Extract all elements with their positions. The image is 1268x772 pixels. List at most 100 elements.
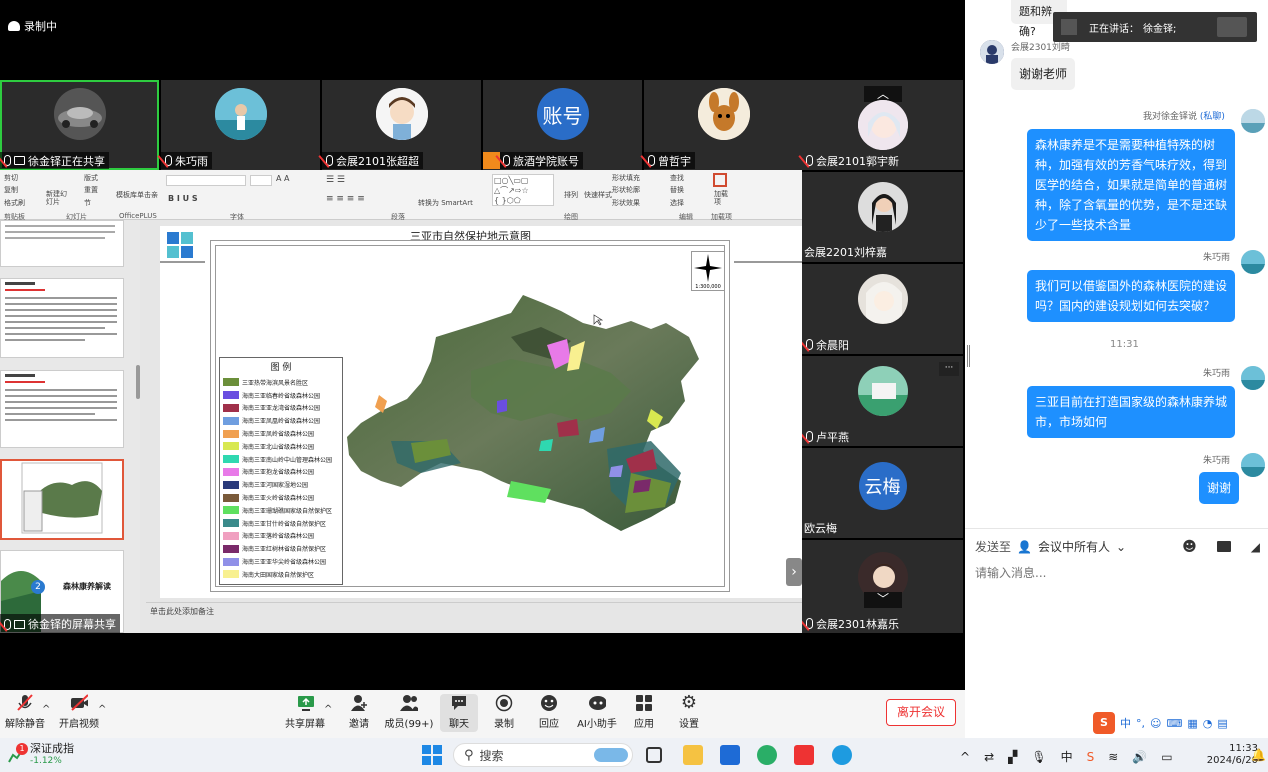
invite-button[interactable]: 邀请 xyxy=(334,694,384,730)
notes-pane[interactable]: 单击此处添加备注 xyxy=(146,602,802,622)
format-painter-button[interactable]: 格式刷 xyxy=(4,198,25,208)
system-tray[interactable]: ^ ⇄ ▞ 🎙 中 S ≋ 🔊 ▭ xyxy=(960,748,1173,765)
members-button[interactable]: 成员(99+) xyxy=(384,694,434,730)
sender-name: 朱巧雨 xyxy=(1203,369,1231,379)
chat-drag-handle[interactable] xyxy=(967,345,970,367)
thumbnail-scrollbar[interactable] xyxy=(136,365,140,399)
recording-indicator[interactable]: 录制中 xyxy=(8,18,57,34)
record-button[interactable]: 录制 xyxy=(479,694,529,730)
reset-button[interactable]: 重置 xyxy=(84,185,98,195)
participant-tile[interactable]: 会展2201刘梓嘉 xyxy=(802,172,963,262)
wps-icon[interactable] xyxy=(794,745,814,765)
send-to-selector[interactable]: 发送至 👤 会议中所有人 ⌄ ☻ ◢ xyxy=(975,538,1260,555)
participant-tile[interactable]: 会展2101张超超 xyxy=(322,80,481,170)
quick-style-button[interactable]: 快速样式 xyxy=(584,190,612,200)
slide-thumbnail-selected[interactable] xyxy=(0,459,124,540)
chat-button[interactable]: 聊天 xyxy=(440,694,478,732)
time-divider: 11:31 xyxy=(1110,339,1139,350)
settings-button[interactable]: ⚙ 设置 xyxy=(664,692,714,730)
chat-message-input[interactable] xyxy=(975,566,1255,580)
chat-message-bubble: 森林康养是不是需要种植特殊的树种，加强有效的芳香气味疗效，得到医学的结合，如果就… xyxy=(1027,129,1235,241)
slide-thumbnail[interactable] xyxy=(0,370,124,448)
legend-label: 海南三亚凤凰岭省级森林公园 xyxy=(242,418,321,426)
avatar xyxy=(1241,453,1265,477)
participant-tile[interactable]: 云梅 欧云梅 xyxy=(802,448,963,538)
apps-button[interactable]: 应用 xyxy=(619,694,669,730)
arrange-button[interactable]: 排列 xyxy=(564,190,578,200)
template-library-button[interactable]: 模板库 xyxy=(116,190,137,200)
select-button[interactable]: 选择 xyxy=(670,198,684,208)
shapes-gallery[interactable]: □○╲▭▢ △⌒↗⇨☆{ }⬡⬠ xyxy=(492,174,554,206)
participant-strip: 徐金铎正在共享 朱巧雨 会展2101张超超 账号 旅酒学院账号 曾哲宇 xyxy=(0,80,803,170)
copy-button[interactable]: 复制 xyxy=(4,185,18,195)
addins-button[interactable]: 加载项 xyxy=(714,190,730,206)
smartart-button[interactable]: 转换为 SmartArt xyxy=(418,198,473,208)
legend-swatch xyxy=(223,391,239,400)
replace-button[interactable]: 替换 xyxy=(670,185,684,195)
legend-label: 海南三亚北山省级森林公园 xyxy=(242,443,315,451)
shape-effect-button[interactable]: 形状效果 xyxy=(612,198,640,208)
shape-outline-button[interactable]: 形状轮廓 xyxy=(612,185,640,195)
screenshot-icon[interactable]: ◢ xyxy=(1251,540,1260,554)
section-button[interactable]: 节 xyxy=(84,198,91,208)
taskbar-search[interactable]: ⚲ 搜索 xyxy=(453,743,633,767)
ai-assistant-button[interactable]: AI小助手 xyxy=(572,694,622,730)
font-family-dropdown[interactable] xyxy=(166,175,246,186)
audio-options-caret[interactable]: ^ xyxy=(42,704,50,715)
video-options-caret[interactable]: ^ xyxy=(98,704,106,715)
next-slide-button[interactable]: › xyxy=(786,558,802,586)
layout-button[interactable]: 版式 xyxy=(84,173,98,183)
participant-tile[interactable]: 朱巧雨 xyxy=(161,80,320,170)
align-buttons[interactable]: ≡ ≡ ≡ ≡ xyxy=(326,194,365,204)
reaction-icon xyxy=(540,694,558,711)
share-screen-button[interactable]: 共享屏幕 xyxy=(280,694,330,730)
shape-fill-button[interactable]: 形状填充 xyxy=(612,173,640,183)
avatar xyxy=(1241,366,1265,390)
font-grow-button[interactable]: A A xyxy=(276,174,290,183)
participant-tile[interactable]: 徐金铎正在共享 xyxy=(0,80,159,170)
notification-bell-icon[interactable]: 🔔 xyxy=(1251,748,1266,762)
task-view-icon[interactable] xyxy=(646,747,662,763)
chevron-down-icon[interactable]: ﹀ xyxy=(864,592,902,608)
sender-name: 会展2301刘畸 xyxy=(1011,43,1070,53)
file-explorer-icon[interactable] xyxy=(683,745,703,765)
bullets-button[interactable]: ☰ ☰ xyxy=(326,175,345,185)
legend-item: 海南三亚火岭省级森林公园 xyxy=(223,491,339,504)
start-video-button[interactable]: 开启视频 xyxy=(54,693,104,730)
start-button[interactable] xyxy=(422,745,442,765)
emoji-icon[interactable]: ☻ xyxy=(1182,539,1197,555)
participant-tile[interactable]: 余晨阳 xyxy=(802,264,963,354)
wechat-icon[interactable] xyxy=(757,745,777,765)
slide-thumbnail[interactable] xyxy=(0,278,124,358)
more-options-icon[interactable]: ··· xyxy=(939,362,959,376)
addins-icon[interactable] xyxy=(713,173,727,187)
avatar xyxy=(980,40,1004,64)
folder-icon[interactable] xyxy=(1216,541,1231,552)
slide-thumbnail[interactable] xyxy=(0,220,124,267)
legend-label: 海南三亚河国家湿地公园 xyxy=(242,482,309,490)
meeting-app-icon[interactable] xyxy=(720,745,740,765)
participant-tile[interactable]: 曾哲宇 xyxy=(644,80,803,170)
new-slide-button[interactable]: 新建幻灯片 xyxy=(46,190,68,206)
avatar xyxy=(857,182,908,232)
cut-button[interactable]: 剪切 xyxy=(4,173,18,183)
participant-tile[interactable]: ︿ 会展2101郭宇新 xyxy=(802,80,963,170)
stock-widget[interactable]: 1 深证成指 -1.12% xyxy=(8,742,74,768)
edge-browser-icon[interactable] xyxy=(832,745,852,765)
legend-label: 海南三亚临春岭省级森林公园 xyxy=(242,392,321,400)
single-click-button[interactable]: 单击亲 xyxy=(137,190,158,200)
share-options-caret[interactable]: ^ xyxy=(324,704,332,715)
leave-meeting-button[interactable]: 离开会议 xyxy=(886,699,956,726)
ime-chat-icon: ◔ xyxy=(1202,716,1213,730)
reaction-button[interactable]: 回应 xyxy=(524,694,574,730)
find-button[interactable]: 查找 xyxy=(670,173,684,183)
ime-toolbar[interactable]: S 中 °, ☺ ⌨ ▦ ◔ ▤ xyxy=(1093,712,1228,734)
bold-button[interactable]: B I U S xyxy=(168,194,198,203)
participant-tile[interactable]: ﹀ 会展2301林嘉乐 xyxy=(802,540,963,633)
logo-squares xyxy=(167,232,193,258)
tray-overflow-icon: ^ xyxy=(960,749,971,764)
ribbon: 剪切 复制 格式刷 新建幻灯片 版式 重置 节 模板库 单击亲 B I U S … xyxy=(0,170,802,221)
participant-tile[interactable]: ··· 卢平燕 xyxy=(802,356,963,446)
participant-tile[interactable]: 账号 旅酒学院账号 xyxy=(483,80,642,170)
font-size-dropdown[interactable] xyxy=(250,175,272,186)
